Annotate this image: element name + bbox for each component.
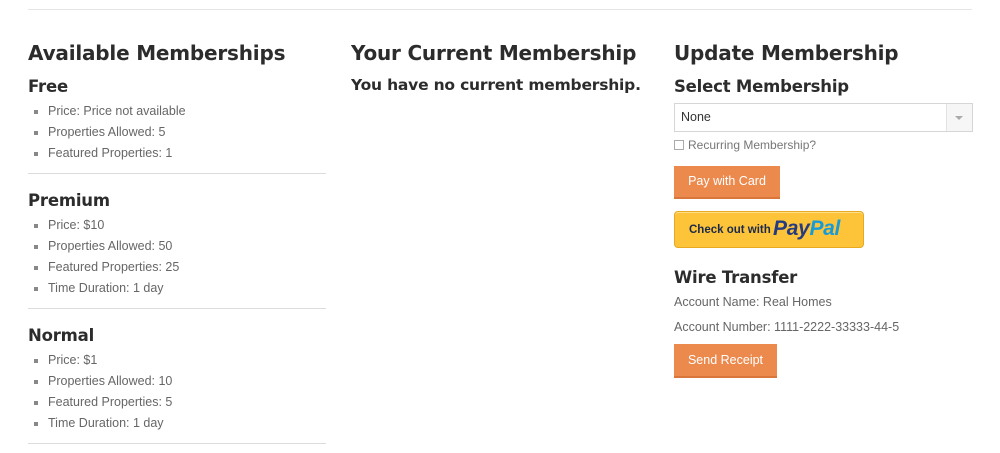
plan-detail: Price: Price not available (34, 101, 326, 122)
chevron-down-icon (955, 116, 963, 120)
plan-detail: Featured Properties: 1 (34, 143, 326, 164)
send-receipt-button[interactable]: Send Receipt (674, 344, 777, 378)
available-memberships-heading: Available Memberships (28, 41, 286, 65)
paypal-logo: PayPal (773, 217, 840, 241)
send-receipt-label: Send Receipt (687, 353, 764, 367)
plan-name: Free (28, 77, 68, 96)
plan-detail: Featured Properties: 5 (34, 392, 326, 413)
update-membership-section: Update Membership Select Membership None… (674, 40, 974, 378)
paypal-checkout-button[interactable]: Check out with PayPal (674, 211, 864, 248)
account-name: Account Name: Real Homes (674, 295, 832, 309)
current-membership-heading: Your Current Membership (351, 41, 637, 65)
plan-details: Price: $1 Properties Allowed: 10 Feature… (34, 350, 326, 434)
plan-detail: Time Duration: 1 day (34, 413, 326, 434)
membership-select[interactable]: None (674, 103, 973, 132)
plan-detail: Properties Allowed: 5 (34, 122, 326, 143)
paypal-prefix: Check out with (689, 224, 771, 236)
plan-detail: Properties Allowed: 50 (34, 236, 326, 257)
update-membership-heading: Update Membership (674, 41, 899, 65)
paypal-logo-pay: Pay (773, 217, 810, 240)
membership-select-value: None (681, 110, 711, 124)
current-membership-section: Your Current Membership You have no curr… (351, 40, 651, 94)
pay-with-card-button[interactable]: Pay with Card (674, 166, 780, 199)
plan-details: Price: Price not available Properties Al… (34, 101, 326, 164)
select-membership-label: Select Membership (674, 77, 849, 96)
plan-details: Price: $10 Properties Allowed: 50 Featur… (34, 215, 326, 299)
plan-premium: Premium Price: $10 Properties Allowed: 5… (28, 190, 326, 309)
plan-detail: Price: $1 (34, 350, 326, 371)
paypal-logo-pal: Pal (809, 217, 841, 240)
plan-detail: Featured Properties: 25 (34, 257, 326, 278)
recurring-label: Recurring Membership? (688, 138, 817, 152)
pay-with-card-label: Pay with Card (688, 174, 766, 188)
plan-name: Normal (28, 326, 95, 345)
plan-normal: Normal Price: $1 Properties Allowed: 10 … (28, 325, 326, 444)
plan-detail: Price: $10 (34, 215, 326, 236)
recurring-membership-option[interactable]: Recurring Membership? (674, 138, 974, 152)
top-divider (28, 9, 972, 10)
plan-free: Free Price: Price not available Properti… (28, 76, 326, 174)
plan-detail: Time Duration: 1 day (34, 278, 326, 299)
no-membership-message: You have no current membership. (351, 76, 641, 94)
recurring-checkbox[interactable] (674, 140, 684, 150)
wire-transfer-heading: Wire Transfer (674, 268, 798, 287)
account-number: Account Number: 1111-2222-33333-44-5 (674, 320, 900, 334)
available-memberships-section: Available Memberships Free Price: Price … (28, 40, 326, 444)
plan-name: Premium (28, 191, 110, 210)
plan-detail: Properties Allowed: 10 (34, 371, 326, 392)
